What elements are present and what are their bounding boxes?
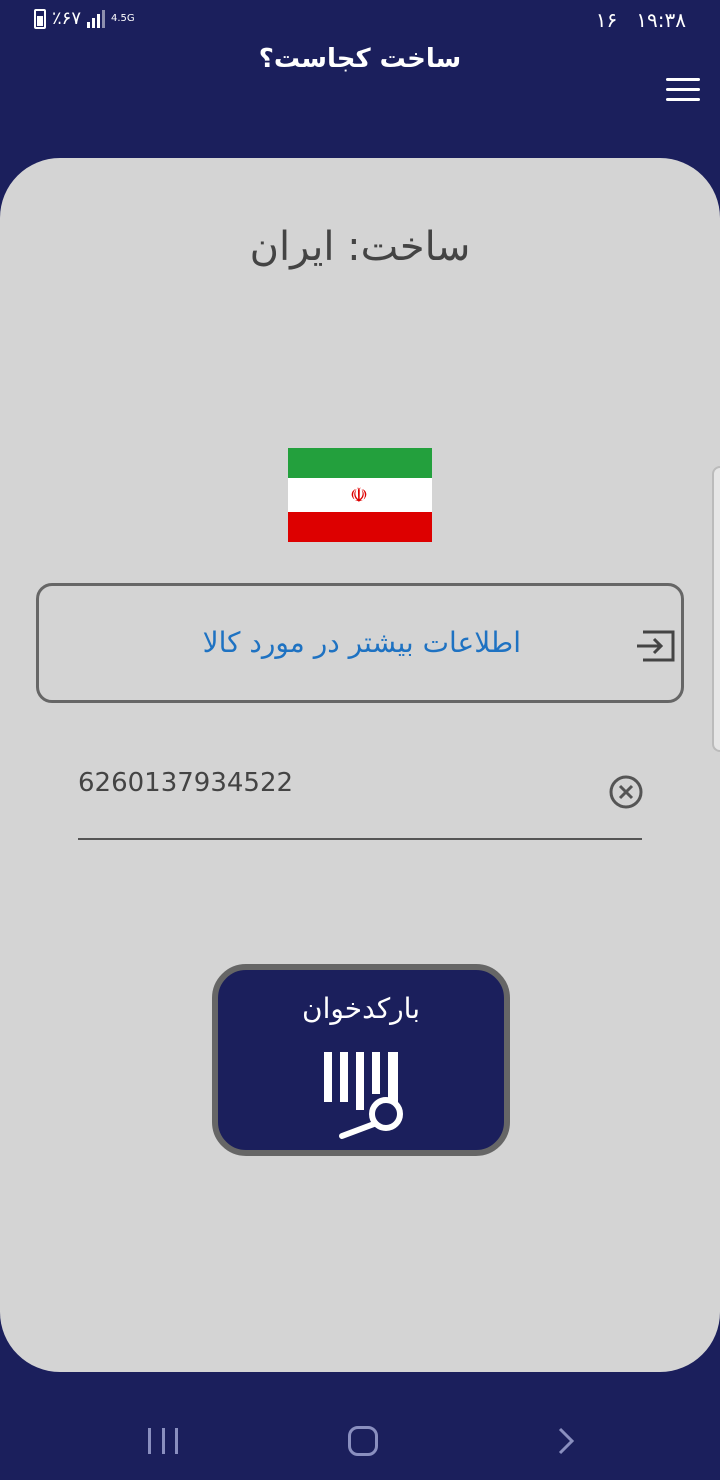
more-info-button[interactable]: اطلاعات بیشتر در مورد کالا [36, 583, 684, 703]
made-in-label: ساخت: ایران [249, 224, 471, 270]
signal-icon [87, 9, 106, 28]
barcode-scanner-button[interactable]: بارکدخوان [212, 964, 510, 1156]
barcode-input[interactable]: 6260137934522 [78, 768, 293, 798]
scanner-label: بارکدخوان [302, 992, 420, 1025]
status-bar: ٪۶۷ 4.5G ۱۹:۳۸ ۱۶ [0, 0, 720, 44]
more-info-label: اطلاعات بیشتر در مورد کالا [202, 626, 521, 659]
barcode-input-underline [78, 838, 642, 840]
status-left: ٪۶۷ 4.5G [34, 8, 135, 29]
navigation-bar [0, 1400, 720, 1480]
battery-percent: ٪۶۷ [52, 8, 82, 29]
side-edge-handle[interactable] [712, 466, 720, 752]
recent-apps-icon[interactable] [148, 1428, 178, 1454]
home-icon[interactable] [348, 1426, 378, 1456]
network-type: 4.5G [111, 12, 135, 24]
back-icon[interactable] [552, 1426, 582, 1456]
barcode-search-icon [324, 1052, 403, 1139]
app-title: ساخت کجاست؟ [258, 44, 462, 74]
result-card: ساخت: ایران ☫ اطلاعات بیشتر در مورد کالا… [0, 158, 720, 1372]
flag-emblem: ☫ [350, 483, 368, 507]
battery-icon [34, 8, 46, 29]
clock: ۱۹:۳۸ [636, 8, 686, 32]
date-day: ۱۶ [595, 8, 618, 32]
login-icon [637, 630, 675, 662]
clear-circle-icon[interactable] [608, 774, 644, 810]
status-right: ۱۹:۳۸ ۱۶ [596, 8, 686, 32]
iran-flag-image: ☫ [288, 448, 432, 542]
hamburger-menu-icon[interactable] [666, 78, 700, 104]
